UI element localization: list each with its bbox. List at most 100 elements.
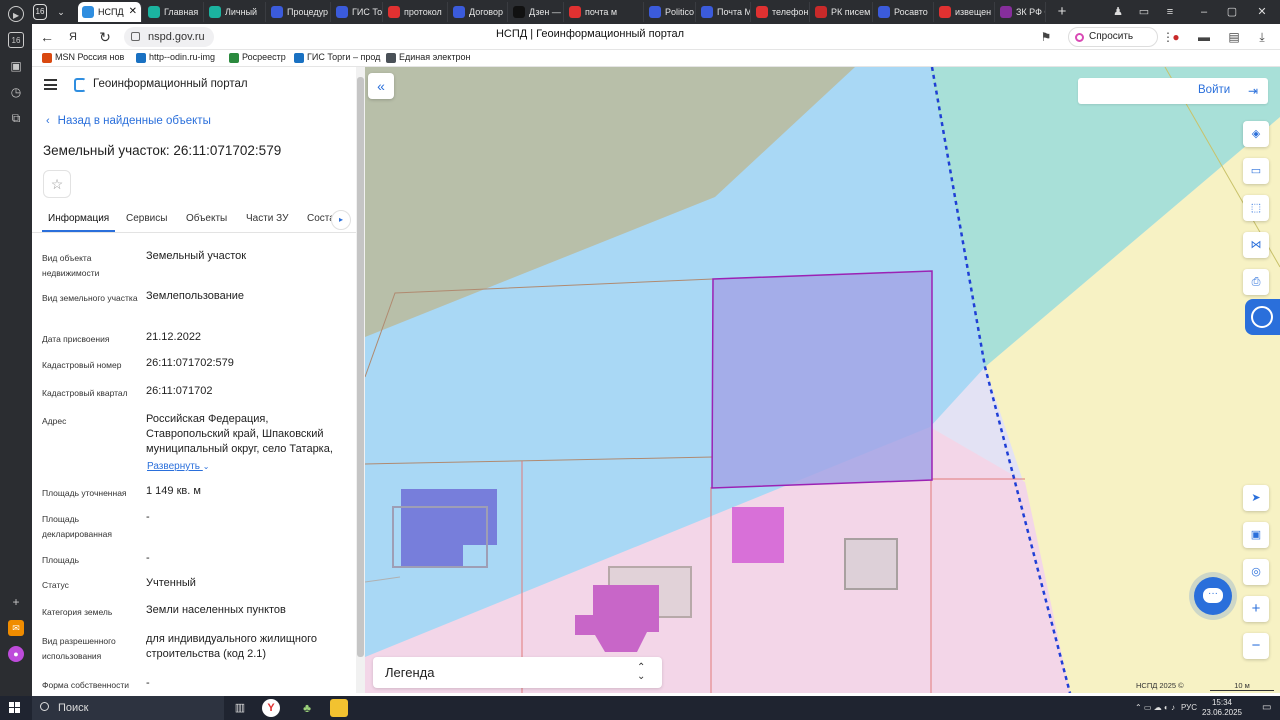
print-icon[interactable]: ⎙ <box>1243 269 1269 295</box>
building[interactable] <box>732 507 784 563</box>
tab-3[interactable]: Объекты <box>186 213 227 224</box>
tab-favicon-icon <box>878 6 890 18</box>
yandex-browser-icon[interactable]: Y <box>262 699 280 717</box>
mail-app-icon[interactable]: ✉ <box>8 620 24 636</box>
selected-parcel[interactable] <box>711 270 933 489</box>
tab-15[interactable]: извещен <box>935 2 995 22</box>
bookmark-item[interactable]: ГИС Торги – прод <box>294 52 381 63</box>
scale-bar: 10 м <box>1210 681 1274 691</box>
tab-2[interactable]: Главная <box>144 2 204 22</box>
collections-icon[interactable]: ▣ <box>8 58 24 74</box>
locate-icon[interactable]: ➤ <box>1243 485 1269 511</box>
field-value: Землепользование <box>146 290 245 302</box>
tab-3[interactable]: Личный <box>205 2 266 22</box>
tab-5[interactable]: ГИС Торги <box>332 2 383 22</box>
download-icon[interactable]: ⤓ <box>1254 29 1270 45</box>
menu-icon[interactable] <box>44 79 57 90</box>
tab-12[interactable]: телефон <box>752 2 810 22</box>
tab-label: Дзен — <box>529 7 561 17</box>
bookmark-item[interactable]: MSN Россия нов <box>42 52 124 63</box>
geolocation-icon[interactable]: ◎ <box>1243 559 1269 585</box>
tray-icons[interactable]: ⌃ ▭ ☁ ◐ ♪ <box>1135 696 1175 720</box>
bookmark-icon[interactable]: ⚑ <box>1038 29 1054 45</box>
tab-11[interactable]: Почта М <box>697 2 751 22</box>
panel-scrollbar[interactable] <box>356 67 365 693</box>
bookmark-item[interactable]: Росреестр <box>229 52 286 63</box>
minimize-button[interactable]: – <box>1190 0 1218 24</box>
building[interactable] <box>844 538 898 590</box>
alice-icon[interactable]: ● <box>8 646 24 662</box>
windows-start-icon[interactable] <box>9 702 21 714</box>
scrollbar-thumb[interactable] <box>357 77 364 657</box>
legend-dropdown[interactable]: Легенда ⌃ ⌄ <box>373 657 662 688</box>
zoom-out-button[interactable]: − <box>1243 633 1269 659</box>
tab-1[interactable]: Информация <box>41 213 116 232</box>
back-to-results-link[interactable]: ‹ Назад в найденные объекты <box>46 115 211 127</box>
taskbar-search[interactable]: Поиск <box>32 696 224 720</box>
bookmark-label: http--odin.ru-img <box>149 52 216 62</box>
history-icon[interactable]: ◷ <box>8 84 24 100</box>
login-button[interactable]: Войти ⇥ <box>1078 78 1268 104</box>
extension-icon[interactable]: ▬ <box>1196 29 1212 45</box>
close-window-button[interactable]: ✕ <box>1248 0 1276 24</box>
minimap-icon[interactable]: ▣ <box>1243 522 1269 548</box>
tab-10[interactable]: Politico <box>645 2 696 22</box>
browser-sidebar: ▸ 16 ▣ ◷ ⧉ + ✉ ● <box>0 0 32 696</box>
ask-button[interactable]: Спросить <box>1068 27 1158 47</box>
field-label: Адрес <box>42 416 67 426</box>
clock[interactable]: 15:34 23.06.2025 <box>1196 698 1248 718</box>
tab-6[interactable]: протокол <box>384 2 448 22</box>
tab-label: Главная <box>164 7 199 17</box>
bookmark-label: ГИС Торги – прод <box>307 52 381 62</box>
app-icon[interactable]: ♣ <box>298 699 316 717</box>
app-title: Геоинформационный портал <box>93 78 248 90</box>
map-view[interactable]: « Войти ⇥ ◈ ▭ ⬚ ⋈ ⎙ ➤ ▣ ◎ + − ··· Легенда… <box>365 67 1280 693</box>
restore-button[interactable]: ▢ <box>1218 0 1246 24</box>
tab-2[interactable]: Сервисы <box>126 213 167 224</box>
menu-icon[interactable]: ≡ <box>1156 0 1184 24</box>
tab-8[interactable]: Дзен — <box>509 2 564 22</box>
feedback-icon[interactable] <box>1245 299 1280 335</box>
language-indicator[interactable]: РУС <box>1181 696 1197 720</box>
zoom-in-button[interactable]: + <box>1243 596 1269 622</box>
bookmark-favicon-icon <box>229 53 239 63</box>
notifications-icon[interactable]: ▭ <box>1262 696 1271 720</box>
share-icon[interactable]: ⋈ <box>1243 232 1269 258</box>
collections-icon[interactable]: ▭ <box>1130 0 1158 24</box>
tabs-scroll-right-icon[interactable]: ▸ <box>331 210 351 230</box>
tab-14[interactable]: Росавто <box>874 2 934 22</box>
tab-counter[interactable]: 16 <box>33 4 47 20</box>
close-tab-icon[interactable]: ✕ <box>129 2 137 22</box>
tab-4[interactable]: Процедур <box>267 2 331 22</box>
tab-favicon-icon <box>569 6 581 18</box>
add-icon[interactable]: + <box>8 594 24 610</box>
screenshot-icon[interactable]: ⧉ <box>8 110 24 126</box>
tabs-menu-chevron-icon[interactable]: ⌄ <box>54 2 68 22</box>
tab-4[interactable]: Части ЗУ <box>246 213 288 224</box>
task-view-icon[interactable]: ▥ <box>231 699 249 717</box>
chat-button[interactable]: ··· <box>1194 577 1232 615</box>
profile-icon[interactable]: ♟ <box>1104 0 1132 24</box>
tab-9[interactable]: почта м <box>565 2 644 22</box>
tab-1[interactable]: НСПД ✕ <box>78 2 142 22</box>
bookmark-item[interactable]: http--odin.ru-img <box>136 52 216 63</box>
favorite-star-icon[interactable]: ☆ <box>43 170 71 198</box>
tab-favicon-icon <box>82 6 94 18</box>
map-canvas[interactable] <box>365 67 1280 693</box>
select-area-icon[interactable]: ⬚ <box>1243 195 1269 221</box>
new-tab-button[interactable]: + <box>1048 0 1076 24</box>
expand-address-link[interactable]: Развернуть ⌄ <box>147 461 210 472</box>
tab-13[interactable]: РК писем <box>811 2 873 22</box>
file-explorer-icon[interactable] <box>330 699 348 717</box>
collapse-panel-button[interactable]: « <box>368 73 394 99</box>
extension-icon[interactable]: ● <box>1168 29 1184 45</box>
layers-icon[interactable]: ◈ <box>1243 121 1269 147</box>
tab-label: Politico <box>665 7 695 17</box>
tab-16[interactable]: ЗК РФ С <box>996 2 1046 22</box>
ruler-icon[interactable]: ▭ <box>1243 158 1269 184</box>
sidebar-icon[interactable]: ▤ <box>1226 29 1242 45</box>
tab-7[interactable]: Договор <box>449 2 508 22</box>
tabs-count-icon[interactable]: 16 <box>8 32 24 48</box>
play-icon[interactable]: ▸ <box>8 6 24 22</box>
bookmark-item[interactable]: Единая электрон <box>386 52 470 63</box>
